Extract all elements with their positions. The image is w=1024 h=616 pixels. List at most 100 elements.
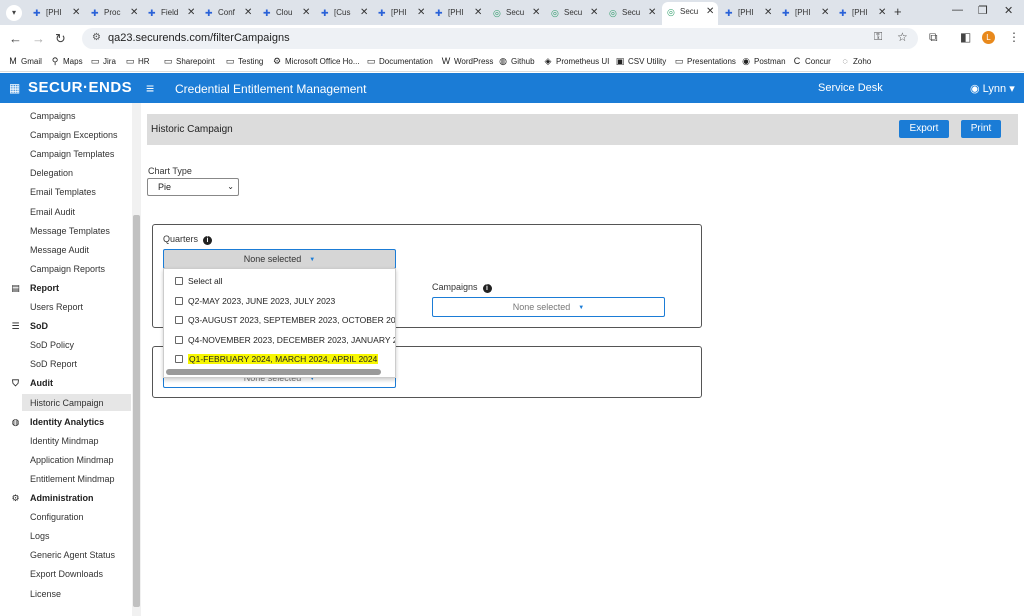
browser-tab[interactable]: ◎ Secu ✕ — [662, 2, 718, 25]
apps-grid-icon[interactable]: ▦ — [9, 81, 20, 95]
close-tab-icon[interactable]: ✕ — [532, 7, 540, 18]
bookmark-item[interactable]: ◈ Prometheus UI — [543, 56, 610, 67]
browser-tab[interactable]: ◎ Secu ✕ — [488, 3, 544, 23]
sidebar-item-campaigns[interactable]: Campaigns — [30, 111, 76, 121]
service-desk-link[interactable]: Service Desk — [818, 82, 883, 94]
close-tab-icon[interactable]: ✕ — [72, 7, 80, 18]
close-tab-icon[interactable]: ✕ — [360, 7, 368, 18]
quarter-option[interactable]: Q4-NOVEMBER 2023, DECEMBER 2023, JANUARY… — [175, 335, 395, 345]
close-tab-icon[interactable]: ✕ — [878, 7, 886, 18]
sidebar-item-export-downloads[interactable]: Export Downloads — [30, 569, 103, 579]
browser-tab[interactable]: ✚ [Cus ✕ — [316, 3, 372, 23]
close-tab-icon[interactable]: ✕ — [302, 7, 310, 18]
browser-tab[interactable]: ✚ [PHI ✕ — [430, 3, 486, 23]
sidebar-item-users-report[interactable]: Users Report — [30, 302, 83, 312]
side-panel-icon[interactable]: ◧ — [960, 30, 971, 44]
new-tab-button[interactable]: + — [894, 4, 902, 19]
close-tab-icon[interactable]: ✕ — [417, 7, 425, 18]
sidebar-item-message-audit[interactable]: Message Audit — [30, 245, 89, 255]
checkbox[interactable] — [175, 355, 183, 363]
sidebar-item-sod-report[interactable]: SoD Report — [30, 359, 77, 369]
tab-search-icon[interactable]: ▾ — [6, 5, 22, 21]
sidebar-item-configuration[interactable]: Configuration — [30, 512, 84, 522]
browser-tab[interactable]: ✚ [PHI ✕ — [373, 3, 429, 23]
quarter-option[interactable]: Q2-MAY 2023, JUNE 2023, JULY 2023 — [175, 296, 335, 306]
close-window-icon[interactable]: ✕ — [1004, 4, 1013, 17]
sidebar-item-historic-campaign[interactable]: Historic Campaign — [30, 398, 104, 408]
bookmark-item[interactable]: ▭ Jira — [90, 56, 116, 67]
browser-tab[interactable]: ✚ Clou ✕ — [258, 3, 314, 23]
restore-icon[interactable]: ❐ — [978, 4, 988, 17]
sidebar-section-sod[interactable]: ☰ SoD — [10, 321, 48, 332]
print-button[interactable]: Print — [961, 120, 1001, 138]
password-key-icon[interactable]: ⚿ — [874, 31, 882, 44]
sidebar-item-email-audit[interactable]: Email Audit — [30, 207, 75, 217]
sidebar-item-identity-mindmap[interactable]: Identity Mindmap — [30, 436, 99, 446]
checkbox[interactable] — [175, 296, 183, 305]
bookmark-item[interactable]: ▣ CSV Utility — [615, 56, 667, 67]
sidebar-item-logs[interactable]: Logs — [30, 531, 50, 541]
bookmark-item[interactable]: ▭ Sharepoint — [163, 56, 215, 67]
close-tab-icon[interactable]: ✕ — [764, 7, 772, 18]
dropdown-horizontal-scrollbar[interactable] — [166, 369, 381, 375]
sidebar-item-campaign-exceptions[interactable]: Campaign Exceptions — [30, 130, 118, 140]
sidebar-scrollbar-thumb[interactable] — [133, 215, 140, 607]
close-tab-icon[interactable]: ✕ — [130, 7, 138, 18]
forward-icon[interactable]: → — [32, 31, 45, 46]
bookmark-item[interactable]: M Gmail — [8, 56, 42, 66]
close-tab-icon[interactable]: ✕ — [648, 7, 656, 18]
sidebar-item-message-templates[interactable]: Message Templates — [30, 226, 110, 236]
browser-tab[interactable]: ✚ Field ✕ — [143, 3, 199, 23]
close-tab-icon[interactable]: ✕ — [244, 7, 252, 18]
sidebar-item-application-mindmap[interactable]: Application Mindmap — [30, 455, 114, 465]
chart-type-select[interactable]: Pie ⌄ — [147, 178, 239, 196]
sidebar-item-entitlement-mindmap[interactable]: Entitlement Mindmap — [30, 474, 115, 484]
checkbox[interactable] — [175, 335, 183, 344]
bookmark-item[interactable]: ▭ Presentations — [674, 56, 736, 67]
bookmark-item[interactable]: W WordPress — [441, 56, 494, 66]
sidebar-item-campaign-reports[interactable]: Campaign Reports — [30, 264, 105, 274]
close-tab-icon[interactable]: ✕ — [474, 7, 482, 18]
url-text[interactable]: qa23.securends.com/filterCampaigns — [108, 32, 290, 44]
sidebar-item-sod-policy[interactable]: SoD Policy — [30, 340, 74, 350]
sidebar-item-campaign-templates[interactable]: Campaign Templates — [30, 149, 114, 159]
minimize-icon[interactable]: — — [952, 4, 963, 16]
quarter-option[interactable]: Q1-FEBRUARY 2024, MARCH 2024, APRIL 2024 — [175, 354, 379, 364]
bookmark-item[interactable]: C Concur — [792, 56, 831, 66]
sidebar-item-email-templates[interactable]: Email Templates — [30, 187, 96, 197]
export-button[interactable]: Export — [899, 120, 949, 138]
omnibox[interactable]: ⚙ qa23.securends.com/filterCampaigns ⚿ ☆ — [82, 28, 918, 49]
sidebar-item-generic-agent-status[interactable]: Generic Agent Status — [30, 550, 115, 560]
browser-tab[interactable]: ✚ [PHI ✕ — [720, 3, 776, 23]
browser-tab[interactable]: ◎ Secu ✕ — [604, 3, 660, 23]
bookmark-item[interactable]: ▭ Documentation — [366, 56, 433, 67]
profile-avatar[interactable]: L — [982, 31, 995, 44]
back-icon[interactable]: ← — [9, 31, 22, 46]
extensions-icon[interactable]: ⧉ — [929, 30, 938, 45]
bookmark-item[interactable]: ◍ Github — [498, 56, 535, 67]
bookmark-item[interactable]: ⚙ Microsoft Office Ho... — [272, 56, 360, 67]
sidebar-section-administration[interactable]: ⚙ Administration — [10, 493, 93, 504]
checkbox[interactable] — [175, 316, 183, 324]
campaigns-multiselect[interactable]: None selected ▼ — [432, 297, 665, 317]
close-tab-icon[interactable]: ✕ — [187, 7, 195, 18]
bookmark-item[interactable]: ◌ Zoho — [840, 56, 871, 66]
bookmark-star-icon[interactable]: ☆ — [897, 30, 908, 44]
hamburger-menu-icon[interactable]: ≡ — [146, 80, 154, 96]
browser-tab[interactable]: ◎ Secu ✕ — [546, 3, 602, 23]
browser-tab[interactable]: ✚ [PHI ✕ — [834, 3, 890, 23]
close-tab-icon[interactable]: ✕ — [590, 7, 598, 18]
site-info-icon[interactable]: ⚙ — [92, 32, 101, 43]
bookmark-item[interactable]: ◉ Postman — [741, 56, 786, 67]
reload-icon[interactable]: ↻ — [55, 31, 66, 47]
browser-tab[interactable]: ✚ Conf ✕ — [200, 3, 256, 23]
browser-menu-icon[interactable]: ⋮ — [1008, 30, 1020, 44]
browser-tab[interactable]: ✚ [PHI ✕ — [28, 3, 84, 23]
quarters-multiselect[interactable]: None selected ▼ — [163, 249, 396, 269]
user-menu[interactable]: ◉ Lynn ▾ — [970, 82, 1015, 95]
bookmark-item[interactable]: ▭ HR — [125, 56, 150, 67]
bookmark-item[interactable]: ▭ Testing — [225, 56, 264, 67]
browser-tab[interactable]: ✚ [PHI ✕ — [777, 3, 833, 23]
close-tab-icon[interactable]: ✕ — [821, 7, 829, 18]
sidebar-item-license[interactable]: License — [30, 589, 61, 599]
